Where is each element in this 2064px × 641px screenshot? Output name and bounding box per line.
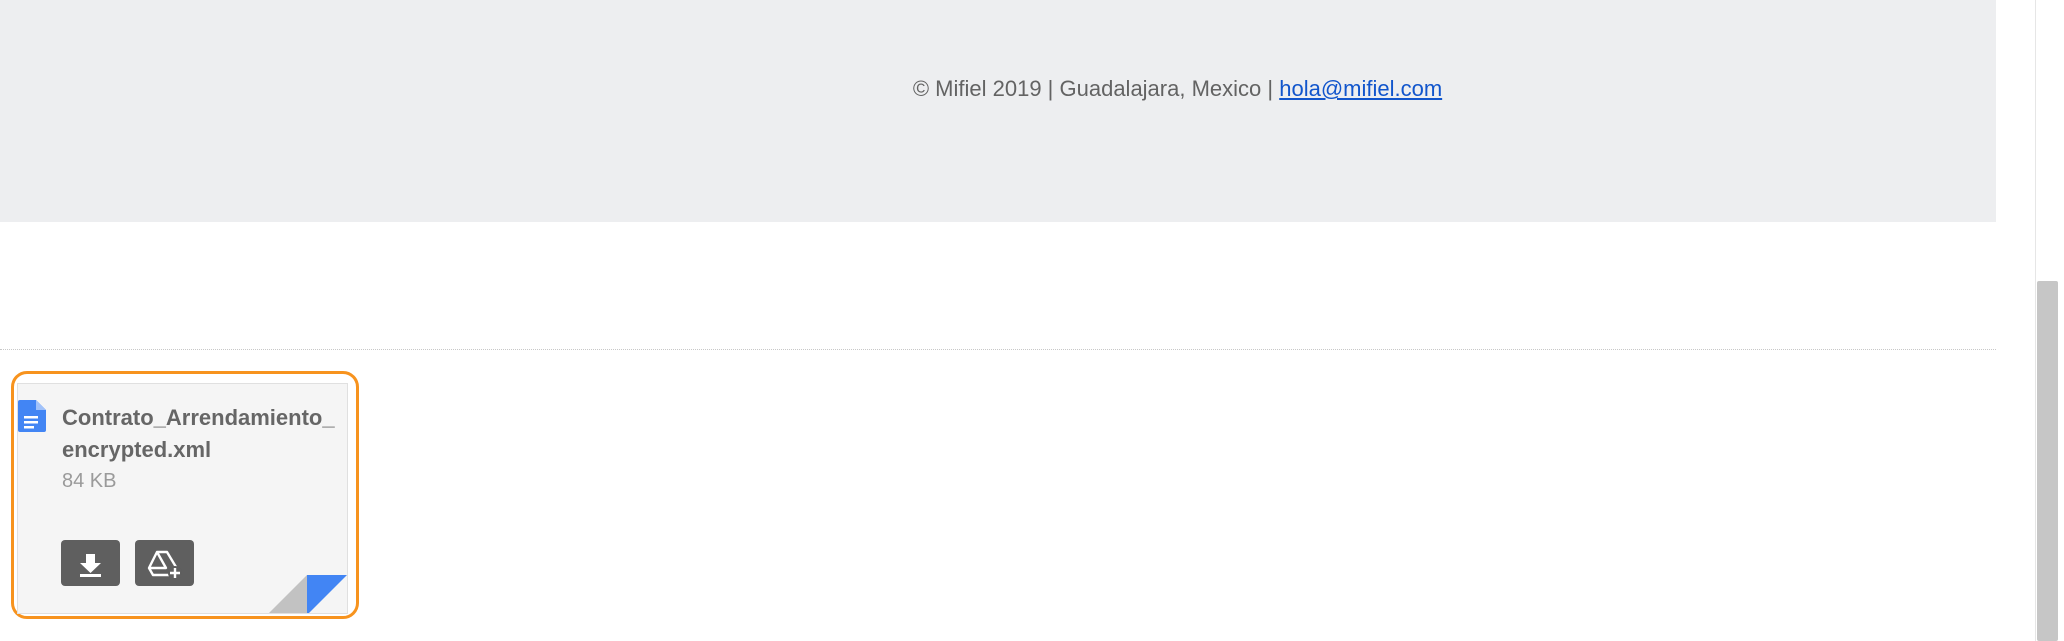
save-to-drive-button[interactable] — [135, 540, 194, 586]
footer-text: © Mifiel 2019 | Guadalajara, Mexico | ho… — [0, 76, 2064, 102]
footer-email-link[interactable]: hola@mifiel.com — [1279, 76, 1442, 101]
download-button[interactable] — [61, 540, 120, 586]
attachment-card[interactable]: Contrato_Arrendamiento_encrypted.xml 84 … — [17, 383, 348, 614]
file-type-corner-icon — [269, 573, 347, 613]
footer-copyright: © Mifiel 2019 | Guadalajara, Mexico | — [912, 76, 1280, 101]
email-view: © Mifiel 2019 | Guadalajara, Mexico | ho… — [0, 0, 2064, 641]
attachment-file-name: Contrato_Arrendamiento_encrypted.xml — [62, 405, 335, 462]
attachments-divider — [0, 349, 1996, 350]
document-icon — [18, 400, 46, 432]
attachment-file-size: 84 KB — [62, 470, 117, 492]
email-footer: © Mifiel 2019 | Guadalajara, Mexico | ho… — [0, 0, 1996, 222]
scrollbar-thumb[interactable] — [2037, 281, 2058, 641]
